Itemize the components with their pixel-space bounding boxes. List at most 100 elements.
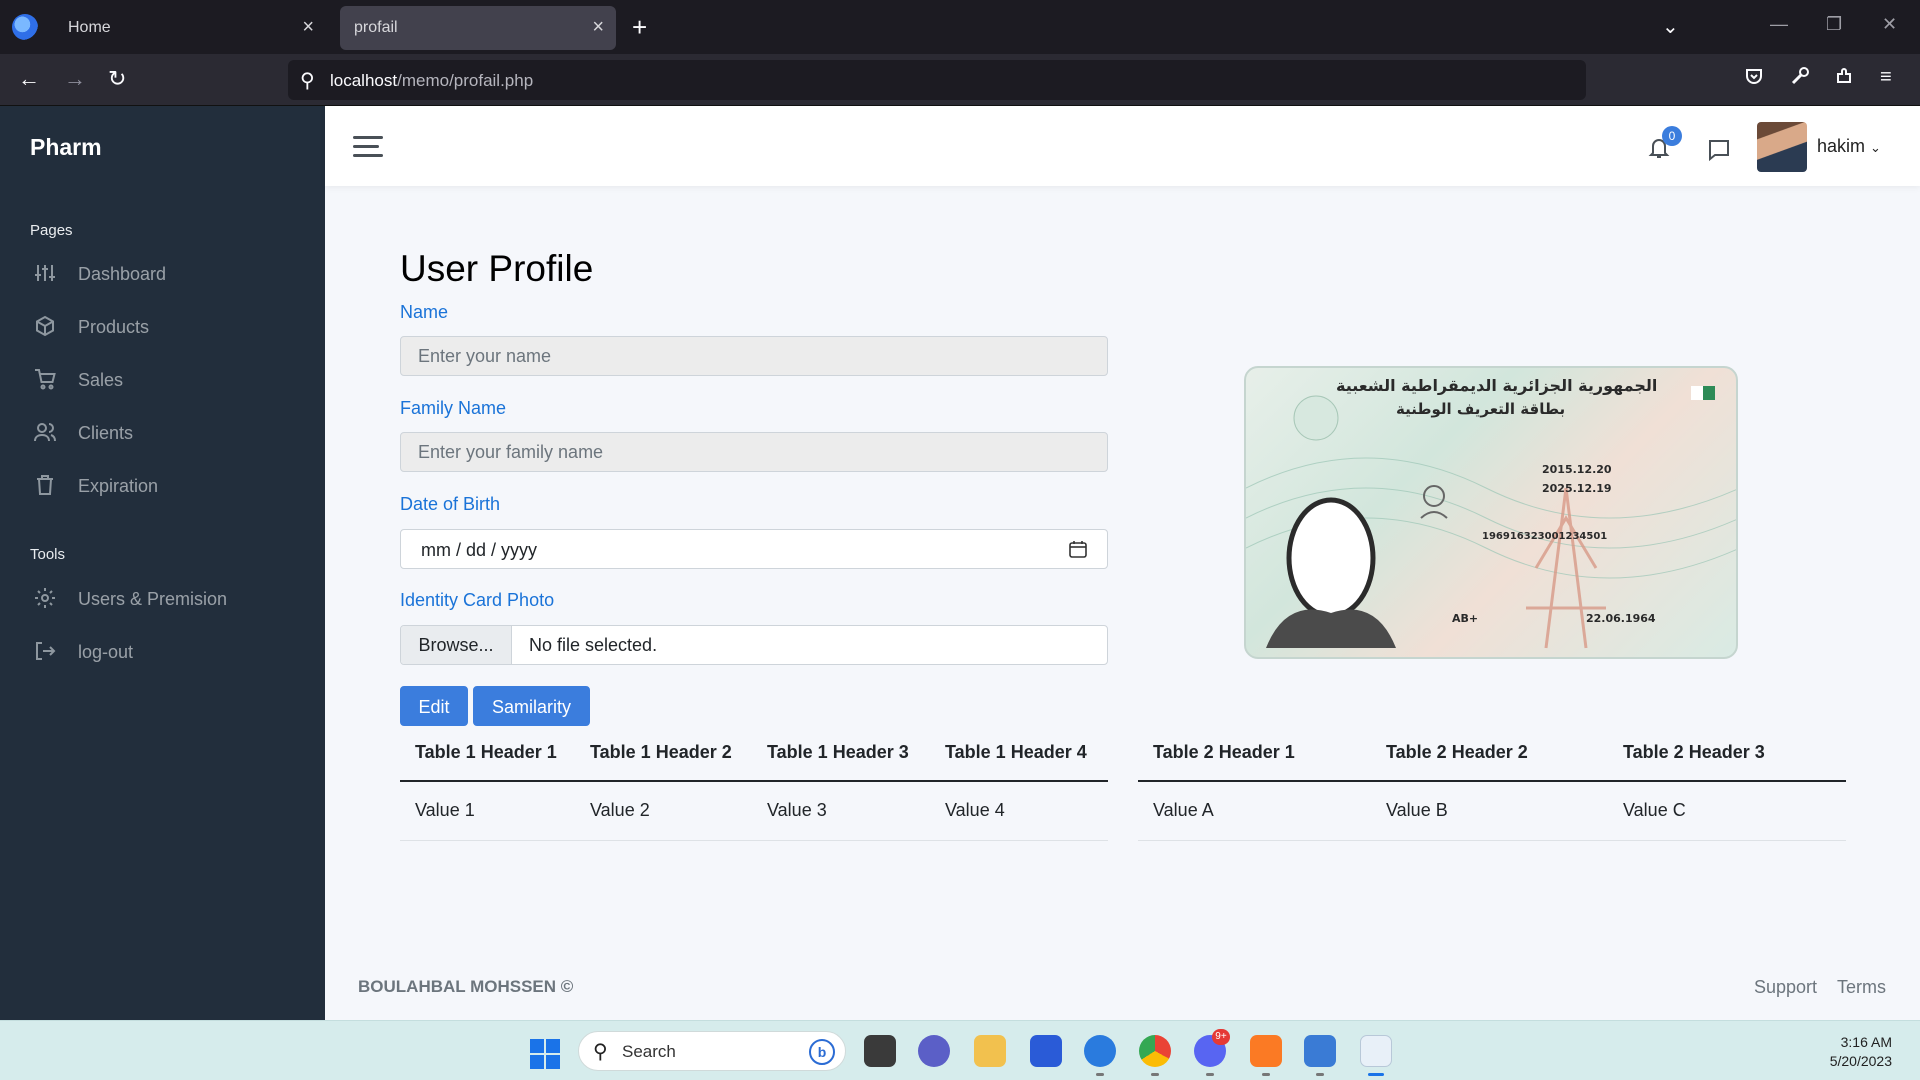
tab-profail[interactable]: profail × [340, 6, 616, 50]
sidebar: Pharm Pages Dashboard Products Sales Cli… [0, 106, 325, 1020]
teams-chat-icon[interactable] [918, 1035, 950, 1067]
sidebar-item-logout[interactable]: log-out [30, 634, 310, 674]
identity-card-photo-label: Identity Card Photo [400, 590, 555, 610]
logout-icon [36, 642, 56, 660]
cart-icon [35, 369, 56, 390]
xampp-icon[interactable] [1250, 1035, 1282, 1067]
date-value: mm / dd / yyyy [421, 540, 538, 560]
footer-support-link[interactable]: Support [1754, 977, 1817, 998]
id-card-header-line1: الجمهورية الجزائرية الديمقراطية الشعبية [1336, 376, 1658, 395]
sidebar-item-label: Expiration [78, 476, 159, 496]
system-clock[interactable]: 3:16 AM 5/20/2023 [1830, 1033, 1892, 1071]
chrome-icon[interactable] [1139, 1035, 1171, 1067]
dev-tool-icon[interactable] [1304, 1035, 1336, 1067]
id-card-header-line2: بطاقة التعريف الوطنية [1396, 400, 1566, 418]
name-input[interactable] [400, 336, 1108, 376]
sidebar-item-sales[interactable]: Sales [30, 362, 310, 402]
date-of-birth-label: Date of Birth [400, 494, 501, 514]
running-indicator [1096, 1073, 1104, 1076]
table-header-divider [400, 780, 1108, 782]
running-indicator [1262, 1073, 1270, 1076]
id-card-issue-date: 2015.12.20 [1542, 463, 1612, 476]
name-label: Name [400, 302, 449, 322]
table-header: Table 1 Header 2 [590, 742, 732, 762]
file-status: No file selected. [529, 635, 658, 655]
address-bar[interactable]: ⚲ localhost/memo/profail.php [288, 60, 1586, 100]
bing-icon[interactable]: b [809, 1039, 835, 1065]
table-cell: Value C [1623, 800, 1686, 820]
sidebar-item-label: log-out [78, 642, 134, 662]
package-icon [36, 315, 54, 337]
identity-card-image: الجمهورية الجزائرية الديمقراطية الشعبية … [1244, 366, 1738, 659]
list-tabs-chevron-icon[interactable]: ⌄ [1662, 14, 1679, 39]
taskbar-search-label: Search [622, 1042, 676, 1061]
close-window-icon[interactable]: ✕ [1882, 14, 1897, 35]
minimize-icon[interactable]: — [1770, 14, 1788, 35]
family-name-label: Family Name [400, 398, 507, 418]
table-2: Table 2 Header 1 Table 2 Header 2 Table … [1138, 732, 1846, 842]
firefox-logo-icon [12, 14, 38, 40]
firefox-icon[interactable] [1084, 1035, 1116, 1067]
reload-icon[interactable]: ↻ [108, 66, 126, 92]
table-cell: Value 1 [415, 800, 475, 820]
trash-icon [37, 475, 53, 495]
id-card-birth-date: 22.06.1964 [1586, 612, 1656, 625]
back-arrow-icon[interactable]: ← [18, 66, 40, 92]
user-menu[interactable]: hakim ⌄ [1817, 136, 1881, 157]
sidebar-item-dashboard[interactable]: Dashboard [30, 256, 310, 296]
table-header: Table 2 Header 2 [1386, 742, 1528, 762]
edit-button[interactable]: Edit [400, 686, 468, 726]
extensions-icon[interactable] [1834, 66, 1854, 92]
url-text[interactable]: localhost/memo/profail.php [330, 71, 533, 91]
table-1: Table 1 Header 1 Table 1 Header 2 Table … [400, 732, 1108, 842]
sidebar-item-clients[interactable]: Clients [30, 415, 310, 455]
sidebar-item-products[interactable]: Products [30, 309, 310, 349]
clock-time: 3:16 AM [1840, 1034, 1892, 1050]
family-name-input[interactable] [400, 432, 1108, 472]
browser-nav-bar: ← → ↻ ⚲ localhost/memo/profail.php ≡ [0, 54, 1920, 106]
pocket-icon[interactable] [1744, 66, 1764, 92]
snipping-tool-icon[interactable] [1360, 1035, 1392, 1067]
wrench-icon[interactable] [1790, 66, 1810, 92]
sidebar-item-label: Products [78, 317, 150, 337]
close-icon[interactable]: × [592, 16, 604, 39]
hamburger-menu-icon[interactable] [353, 136, 383, 158]
chat-icon[interactable] [1707, 138, 1731, 162]
date-of-birth-input[interactable]: mm / dd / yyyy [400, 529, 1108, 569]
tab-home[interactable]: Home × [54, 6, 326, 50]
search-icon: ⚲ [593, 1041, 608, 1063]
menu-icon[interactable]: ≡ [1880, 66, 1892, 89]
gear-icon [35, 588, 55, 608]
restore-icon[interactable]: ❐ [1826, 14, 1842, 35]
taskbar-search[interactable]: ⚲ Search b [578, 1031, 846, 1071]
forward-arrow-icon[interactable]: → [64, 66, 86, 92]
notification-badge: 0 [1662, 126, 1682, 146]
identity-card-file-input[interactable]: Browse... No file selected. [400, 625, 1108, 665]
windows-start-icon[interactable] [530, 1039, 560, 1069]
sidebar-item-users-permission[interactable]: Users & Premision [30, 581, 310, 621]
running-indicator [1151, 1073, 1159, 1076]
tab-label: profail [354, 19, 398, 36]
table-header: Table 1 Header 4 [945, 742, 1087, 762]
sidebar-item-label: Clients [78, 423, 134, 443]
similarity-button[interactable]: Samilarity [473, 686, 590, 726]
close-icon[interactable]: × [302, 16, 314, 39]
table-header: Table 2 Header 1 [1153, 742, 1295, 762]
table-header: Table 1 Header 1 [415, 742, 557, 762]
calendar-icon[interactable] [1069, 540, 1087, 558]
sidebar-item-label: Sales [78, 370, 124, 390]
section-header-pages: Pages [30, 222, 73, 239]
file-explorer-icon[interactable] [974, 1035, 1006, 1067]
brand-title[interactable]: Pharm [30, 134, 102, 161]
id-card-blood-type: AB+ [1452, 612, 1479, 625]
table-header: Table 1 Header 3 [767, 742, 909, 762]
browse-button[interactable]: Browse... [401, 626, 512, 664]
table-header-divider [1138, 780, 1846, 782]
sidebar-item-expiration[interactable]: Expiration [30, 468, 310, 508]
task-view-icon[interactable] [864, 1035, 896, 1067]
microsoft-store-icon[interactable] [1030, 1035, 1062, 1067]
search-icon: ⚲ [300, 70, 315, 92]
new-tab-button[interactable]: + [632, 12, 647, 43]
avatar[interactable] [1757, 122, 1807, 172]
footer-terms-link[interactable]: Terms [1837, 977, 1886, 998]
